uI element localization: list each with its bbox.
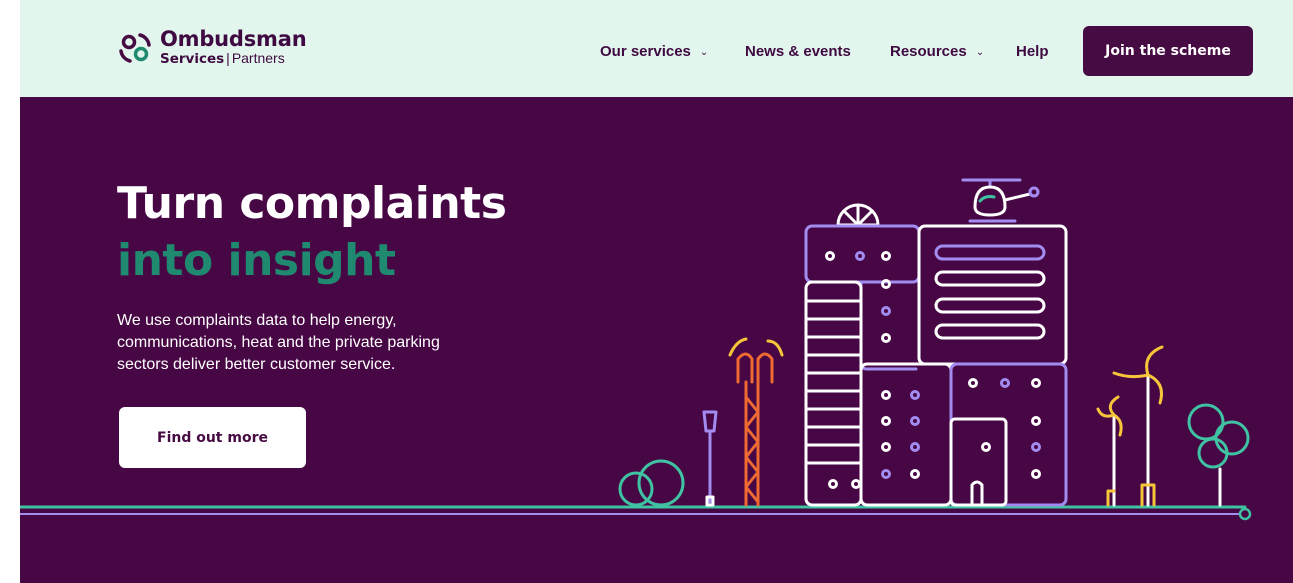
brand-logo[interactable]: Ombudsman Services | Partners [118,26,307,70]
logo-name-line1: Ombudsman [160,27,307,52]
nav-item-our-services[interactable]: Our services ⌄ [600,43,708,60]
logo-partners-text: Partners [231,50,285,67]
street-lamp-icon [702,410,718,507]
nav-item-help[interactable]: Help [1016,43,1049,60]
site-header: Ombudsman Services | Partners Our services… [20,0,1293,97]
nav-item-label: Our services [600,43,691,60]
tree-icon [1187,403,1250,507]
logo-separator: | [226,50,230,67]
nav-item-label: Help [1016,43,1049,60]
building-right-icon [949,362,1068,507]
wind-turbine-icon [1096,345,1164,507]
logo-services-text: Services [160,51,225,68]
hero-section: Turn complaints into insight We use comp… [20,97,1293,583]
ground-line [20,505,1252,521]
building-middle-icon [859,362,953,507]
radio-mast-icon [728,337,784,507]
bush-icon [618,459,685,507]
city-illustration [20,178,1252,521]
logo-mark-icon [119,33,151,63]
chevron-down-icon: ⌄ [699,46,709,58]
page: Ombudsman Services | Partners Our services… [0,0,1293,583]
join-the-scheme-button[interactable]: Join the scheme [1083,26,1253,76]
building-top-right-icon [917,224,1068,366]
nav-item-label: News & events [745,43,851,60]
nav-item-label: Resources [890,43,967,60]
logo-text: Ombudsman Services | Partners [160,27,307,67]
rooftop-fan-icon [836,203,880,227]
nav-item-news-events[interactable]: News & events [745,43,851,60]
helicopter-icon [961,178,1040,223]
logo-name-line2: Services | Partners [160,51,306,67]
chevron-down-icon: ⌄ [975,46,985,58]
nav-item-resources[interactable]: Resources ⌄ [890,43,984,60]
